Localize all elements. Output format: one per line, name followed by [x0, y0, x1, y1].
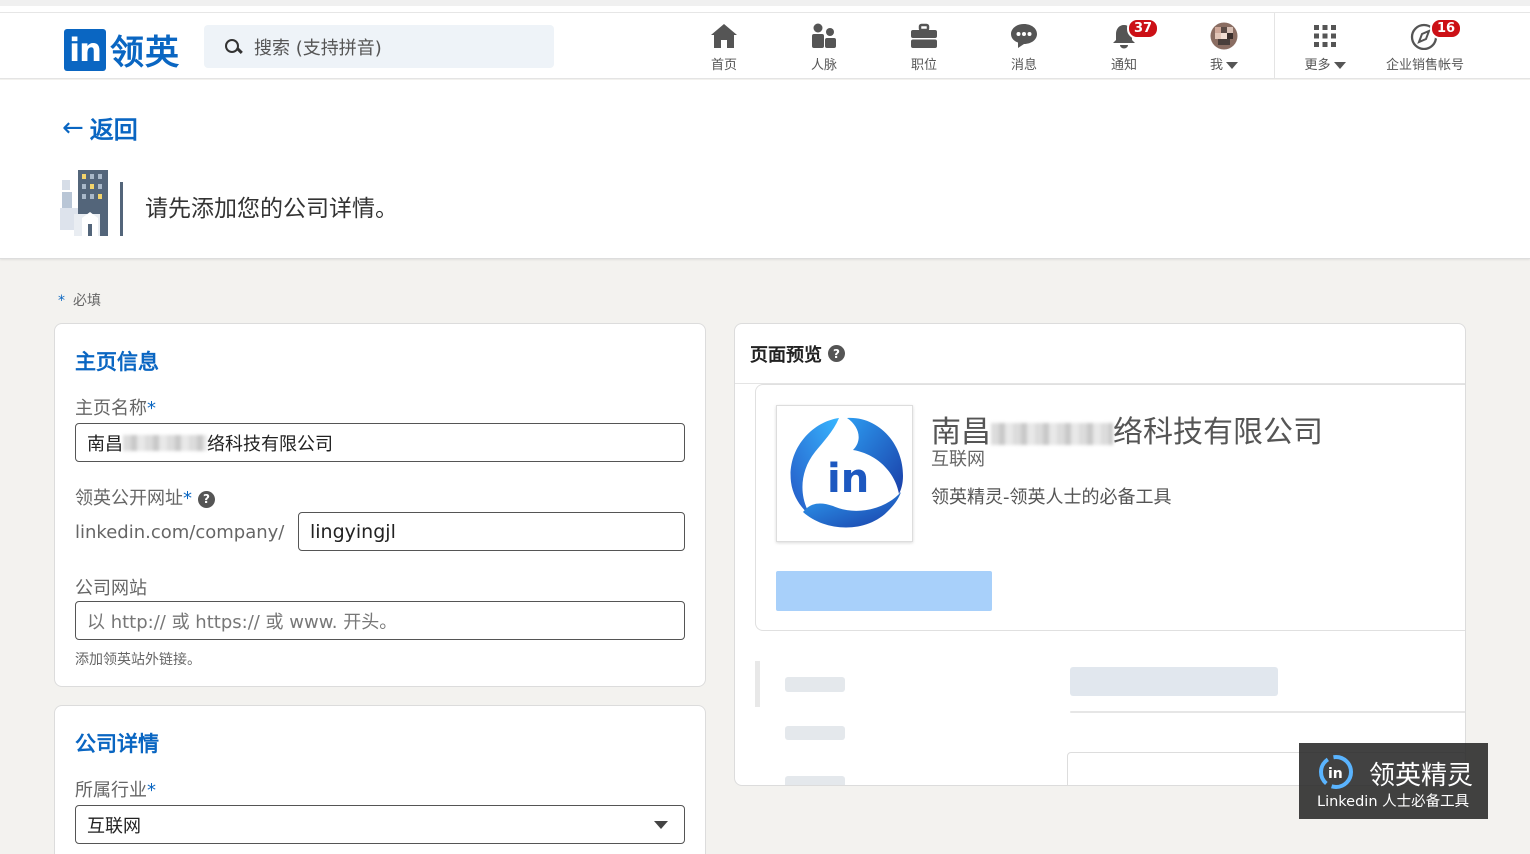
chevron-down-icon [654, 821, 668, 829]
notifications-badge: 37 [1127, 18, 1160, 39]
top-nav: in 领英 搜索 (支持拼音) 首页 人脉 职位 消息 37 通知 我 更多 1… [0, 13, 1530, 79]
logo-mark: in [64, 28, 106, 71]
industry-label: 所属行业* [75, 780, 156, 801]
building-illustration-icon [60, 168, 126, 238]
company-logo: in [776, 405, 913, 542]
nav-network[interactable]: 人脉 [784, 21, 864, 73]
page-prompt: 请先添加您的公司详情。 [145, 196, 398, 222]
home-icon [709, 22, 739, 50]
page-name-input[interactable]: 南昌 络科技有限公司 [75, 423, 685, 462]
industry-select[interactable]: 互联网 [75, 805, 685, 844]
page-preview-card: 页面预览? in 南昌 络科技有限公司 互联网 领英精灵-领英人士的必备工具 [734, 323, 1466, 786]
section-title-company-details: 公司详情 [75, 732, 159, 756]
nav-me-label: 我 [1210, 54, 1238, 73]
svg-text:in: in [827, 456, 869, 502]
website-hint: 添加领英站外链接。 [75, 652, 201, 668]
website-label: 公司网站 [75, 578, 147, 599]
svg-text:in: in [1328, 766, 1343, 782]
sales-badge: 16 [1430, 18, 1463, 39]
page-info-card: 主页信息 主页名称* 南昌 络科技有限公司 领英公开网址*? linkedin.c… [54, 323, 706, 687]
browser-strip [0, 0, 1530, 13]
compass-icon: 16 [1410, 18, 1463, 50]
search-icon [224, 38, 242, 56]
nav-home-label: 首页 [710, 58, 737, 73]
section-title-page-info: 主页信息 [75, 350, 159, 374]
nav-sales-label: 企业销售帐号 [1385, 58, 1464, 73]
nav-more[interactable]: 更多 [1285, 21, 1365, 73]
skeleton-bar [785, 726, 845, 740]
nav-messaging-label: 消息 [1010, 58, 1037, 73]
skeleton-bar [785, 677, 845, 692]
public-url-input[interactable]: lingyingjl [298, 512, 685, 551]
nav-network-label: 人脉 [810, 58, 837, 73]
nav-divider [1274, 13, 1275, 79]
nav-sales[interactable]: 16 企业销售帐号 [1375, 18, 1475, 73]
follow-button-placeholder [776, 571, 992, 611]
arrow-left-icon: ← [62, 112, 84, 143]
grid-icon [1310, 22, 1340, 50]
chevron-down-icon [1226, 62, 1238, 69]
company-details-card: 公司详情 所属行业* 互联网 [54, 705, 706, 854]
nav-notifications-label: 通知 [1110, 58, 1137, 73]
question-icon[interactable]: ? [828, 345, 845, 362]
skeleton-bar [785, 776, 845, 785]
required-note: * 必填 [58, 293, 101, 309]
preview-company-name: 南昌 络科技有限公司 [931, 415, 1323, 450]
preview-tagline: 领英精灵-领英人士的必备工具 [931, 487, 1172, 508]
skeleton-bar [1070, 667, 1278, 696]
skeleton-divider [1070, 711, 1465, 713]
chevron-down-icon [1333, 62, 1346, 69]
redacted-text [991, 422, 1113, 445]
url-prefix: linkedin.com/company/ [75, 522, 285, 543]
preview-industry: 互联网 [931, 449, 985, 470]
search-placeholder: 搜索 (支持拼音) [254, 37, 382, 59]
preview-company-card: in 南昌 络科技有限公司 互联网 领英精灵-领英人士的必备工具 [755, 384, 1465, 631]
header-card: ← 返回 请先添加您的公司详情。 [0, 80, 1530, 259]
nav-jobs-label: 职位 [910, 58, 937, 73]
name-label: 主页名称* [75, 398, 156, 419]
nav-more-label: 更多 [1304, 54, 1346, 73]
nav-messaging[interactable]: 消息 [984, 21, 1064, 73]
briefcase-icon [909, 22, 939, 50]
watermark-subtitle: Linkedin 人士必备工具 [1317, 794, 1470, 810]
avatar [1209, 22, 1239, 50]
search-box[interactable]: 搜索 (支持拼音) [204, 25, 554, 68]
watermark: in 领英精灵 Linkedin 人士必备工具 [1299, 743, 1488, 819]
back-label: 返回 [89, 116, 138, 144]
people-icon [809, 22, 839, 50]
nav-notifications[interactable]: 37 通知 [1084, 18, 1164, 73]
url-label: 领英公开网址*? [75, 484, 215, 510]
nav-me[interactable]: 我 [1184, 21, 1264, 73]
watermark-title: 领英精灵 [1369, 761, 1474, 791]
linkedin-logo[interactable]: in 领英 [64, 25, 180, 74]
bell-icon: 37 [1109, 18, 1160, 50]
redacted-text [123, 434, 207, 451]
nav-home[interactable]: 首页 [684, 21, 764, 73]
question-icon[interactable]: ? [198, 490, 215, 508]
logo-text: 领英 [110, 33, 180, 73]
chat-icon [1009, 22, 1039, 50]
lingying-logo-icon: in [1319, 755, 1353, 789]
back-link[interactable]: ← 返回 [62, 110, 138, 145]
nav-jobs[interactable]: 职位 [884, 21, 964, 73]
preview-header: 页面预览? [735, 324, 1465, 384]
website-input[interactable]: 以 http:// 或 https:// 或 www. 开头。 [75, 601, 685, 640]
